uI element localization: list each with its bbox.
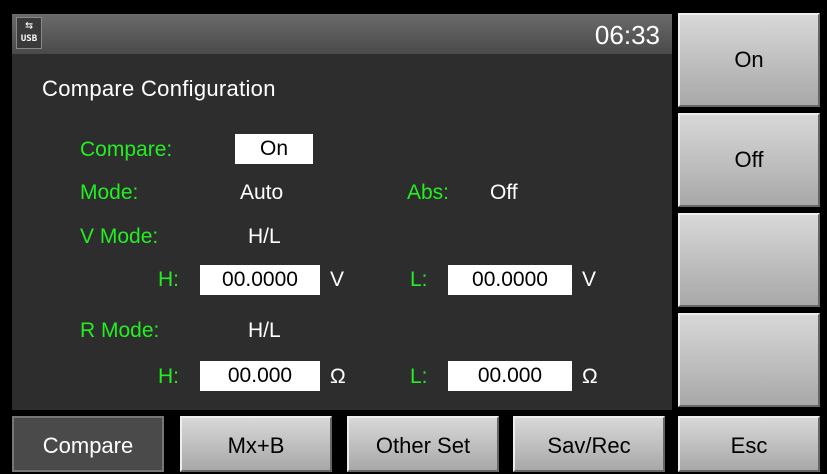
page-title: Compare Configuration <box>42 76 276 101</box>
v-low-label: L: <box>410 268 428 291</box>
v-high-label: H: <box>158 268 179 291</box>
softkey-off[interactable]: Off <box>678 113 820 207</box>
compare-label: Compare: <box>80 138 173 161</box>
r-low-unit: Ω <box>582 365 598 388</box>
r-high-unit: Ω <box>330 365 346 388</box>
tab-mxb[interactable]: Mx+B <box>180 416 332 472</box>
rmode-value[interactable]: H/L <box>248 319 281 343</box>
r-high-label: H: <box>158 365 179 388</box>
usb-label: USB <box>20 34 38 44</box>
tab-esc[interactable]: Esc <box>678 416 820 472</box>
v-low-unit: V <box>582 268 597 291</box>
rmode-label: R Mode: <box>80 319 160 342</box>
instrument-screen: ⇆ USB 06:33 Compare Configuration Compar… <box>0 0 827 472</box>
v-low-field[interactable]: 00.0000 <box>448 265 572 295</box>
status-bar: ⇆ USB 06:33 <box>12 14 672 54</box>
r-low-label: L: <box>410 365 428 388</box>
mode-value[interactable]: Auto <box>240 181 283 205</box>
tab-other-set[interactable]: Other Set <box>347 416 499 472</box>
tab-sav-rec[interactable]: Sav/Rec <box>513 416 665 472</box>
clock: 06:33 <box>594 20 660 50</box>
r-high-field[interactable]: 00.000 <box>200 361 320 391</box>
vmode-label: V Mode: <box>80 225 159 248</box>
compare-config-panel: Compare Configuration Compare: On Mode: … <box>12 54 672 410</box>
abs-value[interactable]: Off <box>490 181 518 205</box>
softkey-on[interactable]: On <box>678 13 820 107</box>
tab-compare[interactable]: Compare <box>12 416 164 472</box>
abs-label: Abs: <box>407 181 450 204</box>
mode-label: Mode: <box>80 181 139 204</box>
compare-value-field[interactable]: On <box>235 134 313 164</box>
vmode-value[interactable]: H/L <box>248 225 281 249</box>
softkey-4[interactable] <box>678 313 820 407</box>
r-low-field[interactable]: 00.000 <box>448 361 572 391</box>
usb-icon: ⇆ USB <box>16 17 42 49</box>
v-high-field[interactable]: 00.0000 <box>200 265 320 295</box>
softkey-3[interactable] <box>678 213 820 307</box>
v-high-unit: V <box>330 268 345 291</box>
